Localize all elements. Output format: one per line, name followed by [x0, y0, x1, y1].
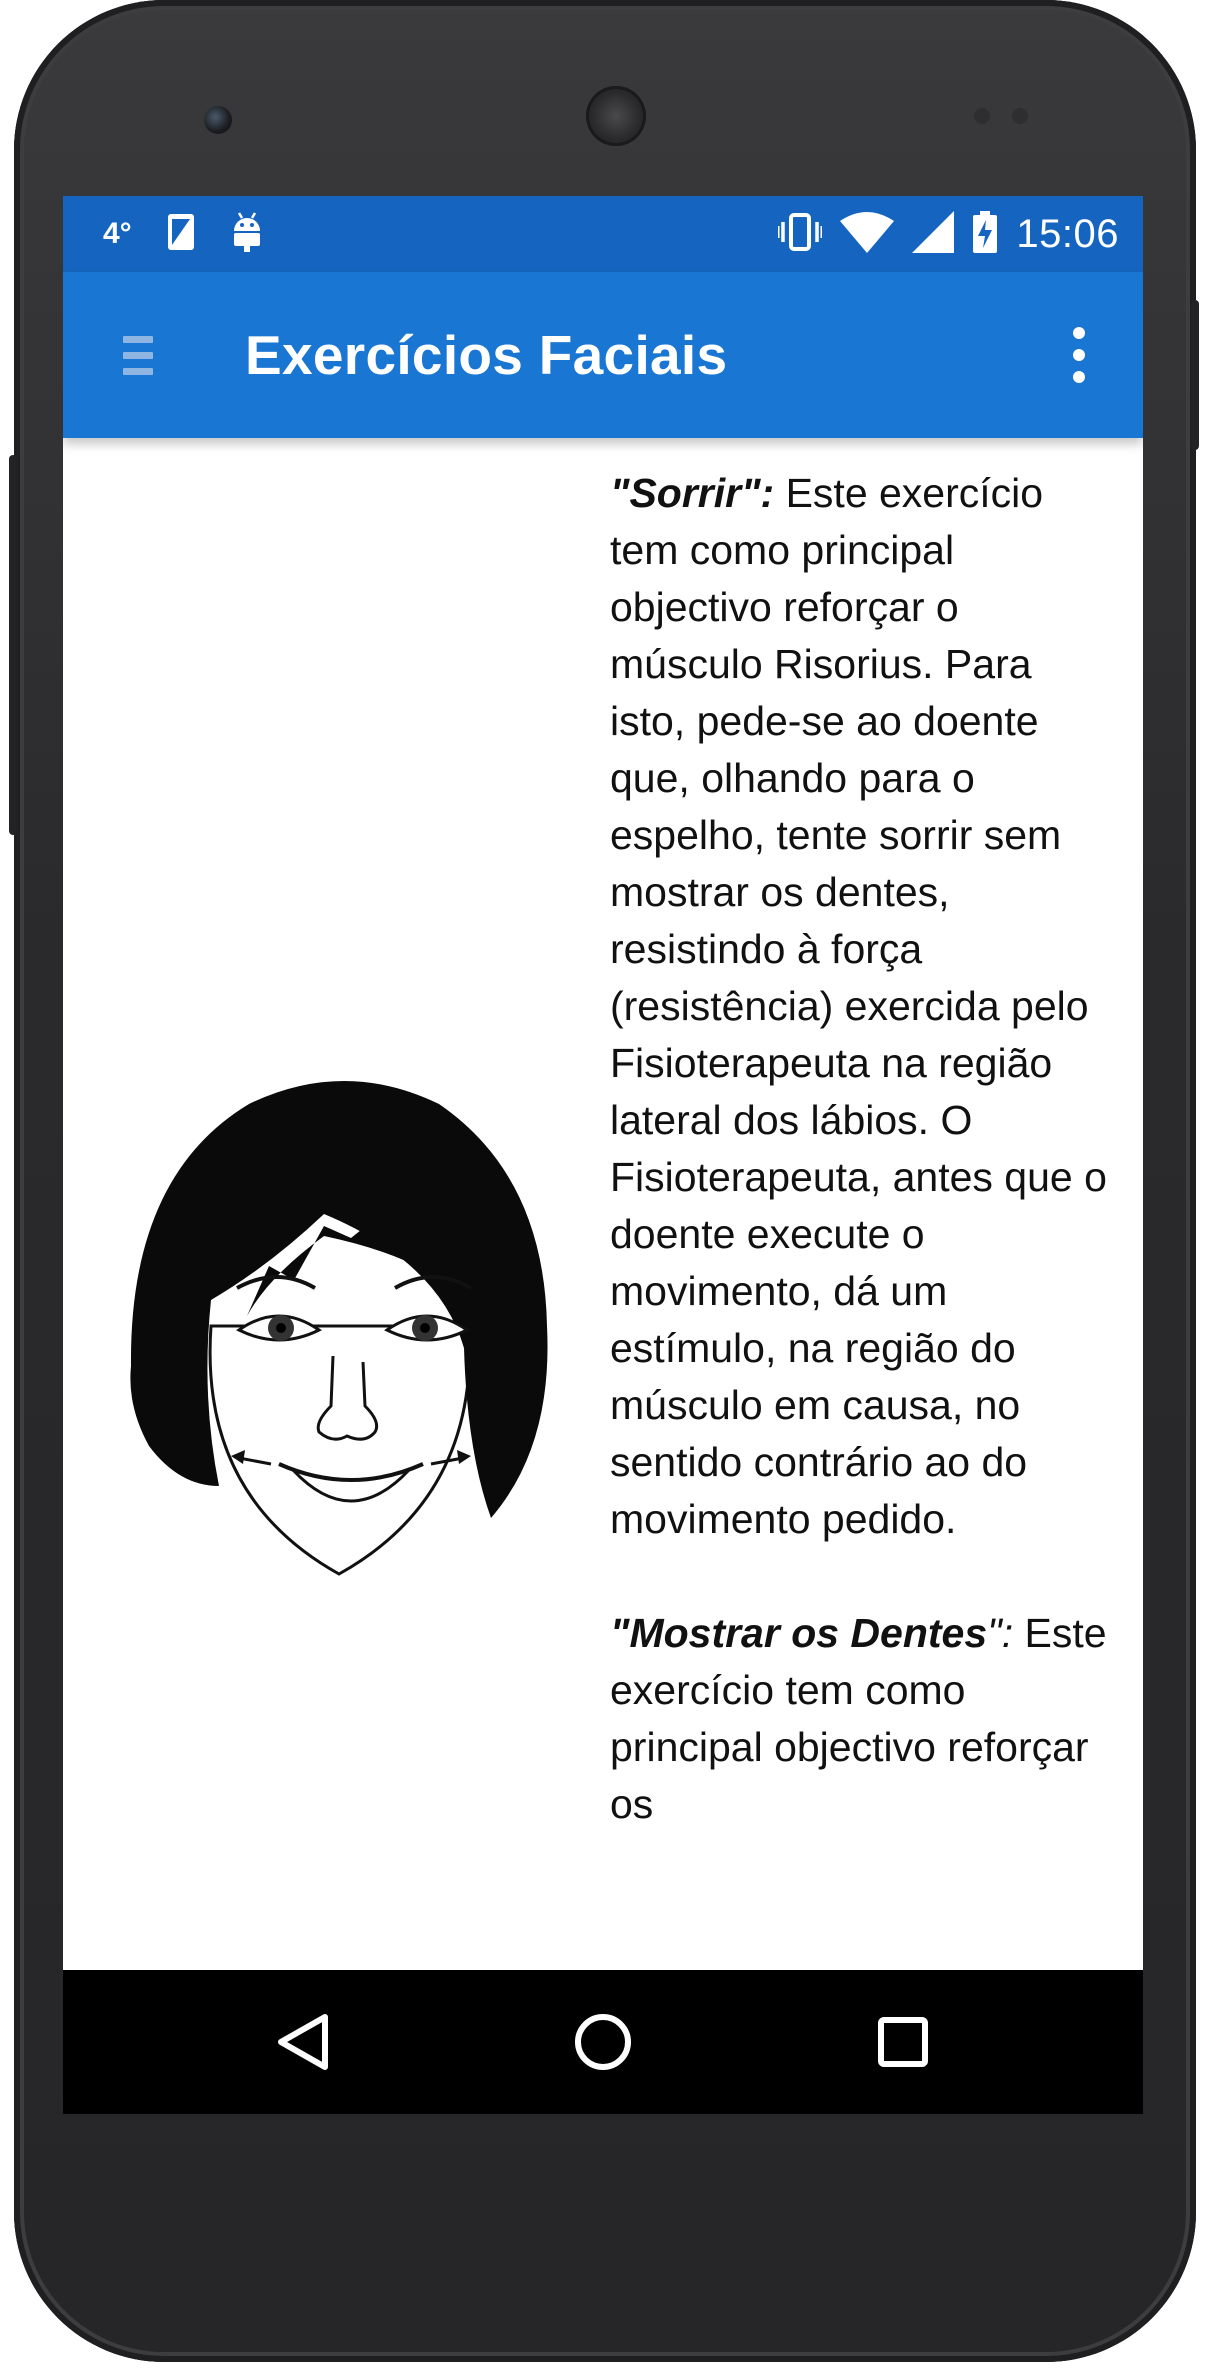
signal-icon	[912, 210, 955, 258]
status-bar: 4° 15:06	[63, 196, 1143, 272]
battery-charging-icon	[972, 210, 998, 258]
volume-button	[9, 455, 17, 835]
home-circle-icon[interactable]	[453, 1970, 753, 2114]
exercise-2-title: "Mostrar os Dentes	[610, 1610, 988, 1656]
exercise-description: "Sorrir": Este exercício tem como princi…	[610, 465, 1110, 1833]
vibrate-icon	[776, 212, 824, 257]
screen: 4° 15:06 Exercícios Faciais "Sorrir": Es…	[63, 196, 1143, 2114]
android-icon	[230, 211, 264, 258]
temperature-indicator: 4°	[103, 217, 132, 250]
exercise-2-paragraph: "Mostrar os Dentes": Este exercício tem …	[610, 1605, 1110, 1833]
app-title: Exercícios Faciais	[245, 324, 728, 386]
exercise-1-body: Este exercício tem como principal object…	[610, 470, 1107, 1542]
exercise-1-paragraph: "Sorrir": Este exercício tem como princi…	[610, 465, 1110, 1548]
app-bar: Exercícios Faciais	[63, 272, 1143, 438]
back-triangle-icon[interactable]	[153, 1970, 453, 2114]
proximity-sensor	[974, 108, 990, 124]
screenshot-icon	[166, 212, 196, 257]
hamburger-menu-icon[interactable]	[123, 335, 153, 375]
wifi-icon	[840, 211, 895, 258]
light-sensor	[1012, 108, 1028, 124]
face-smile-illustration	[119, 1066, 559, 1586]
exercise-1-title: "Sorrir":	[610, 470, 775, 516]
clock: 15:06	[1016, 211, 1119, 256]
power-button	[1191, 300, 1199, 450]
content-area: "Sorrir": Este exercício tem como princi…	[63, 438, 1143, 2114]
exercise-2-title-suffix: ":	[987, 1610, 1014, 1656]
more-vert-icon[interactable]	[1073, 327, 1085, 383]
recents-square-icon[interactable]	[753, 1970, 1053, 2114]
navigation-bar	[63, 1970, 1143, 2114]
earpiece-speaker	[586, 86, 646, 146]
front-camera	[204, 106, 232, 134]
